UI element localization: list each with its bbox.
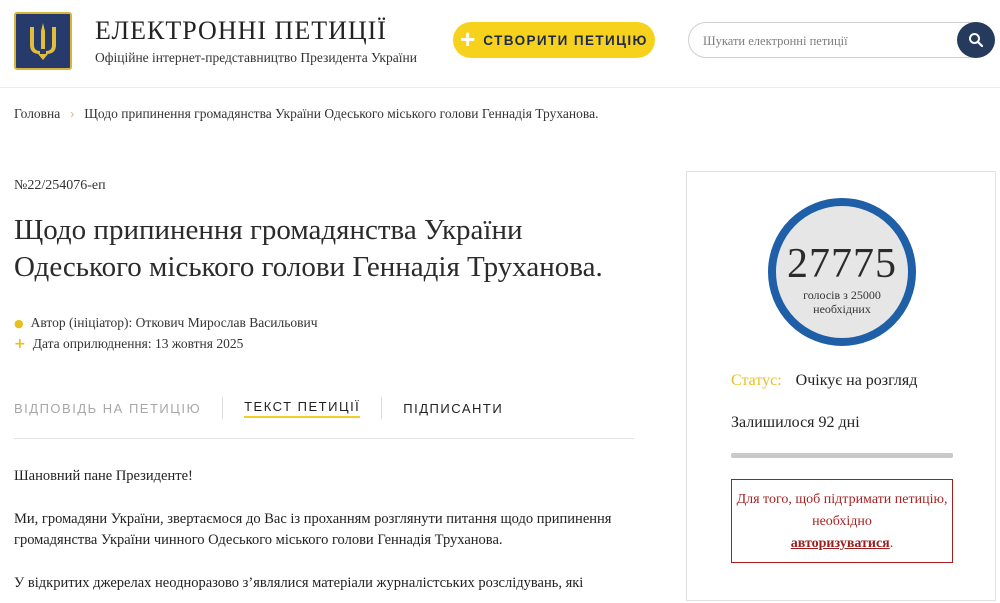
votes-caption: голосів з 25000 необхідних: [776, 288, 908, 316]
progress-bar: [731, 453, 953, 458]
status-label: Статус:: [731, 372, 782, 389]
date-text: Дата оприлюднення: 13 жовтня 2025: [32, 336, 244, 351]
site-title[interactable]: ЕЛЕКТРОННІ ПЕТИЦІЇ: [95, 16, 387, 46]
tab-divider: [381, 397, 383, 419]
trident-icon: [30, 23, 56, 60]
petition-sidebar: 27775 голосів з 25000 необхідних Статус:…: [686, 171, 996, 601]
search-input[interactable]: [703, 31, 953, 51]
petition-paragraph: У відкритих джерелах неодноразово з’явля…: [14, 575, 584, 591]
auth-required-notice: Для того, щоб підтримати петицію, необхі…: [731, 479, 953, 563]
tab-petition-text[interactable]: ТЕКСТ ПЕТИЦІЇ: [244, 399, 361, 418]
petition-title: Щодо припинення громадянства України Оде…: [14, 214, 603, 283]
site-subtitle: Офіційне інтернет-представництво Президе…: [95, 50, 417, 65]
votes-caption-line: необхідних: [813, 302, 871, 316]
petition-paragraph: Шановний пане Президенте!: [14, 468, 193, 484]
status-value: Очікує на розгляд: [795, 372, 918, 389]
author-text: Автор (ініціатор): Откович Мирослав Васи…: [30, 315, 318, 330]
votes-caption-line: голосів з 25000: [803, 288, 881, 302]
petition-tabs: ВІДПОВІДЬ НА ПЕТИЦІЮ ТЕКСТ ПЕТИЦІЇ ПІДПИ…: [14, 396, 634, 420]
plus-icon: +: [14, 336, 26, 352]
auth-login-link[interactable]: авторизуватися: [791, 536, 890, 551]
breadcrumb: Головна › Щодо припинення громадянства У…: [14, 106, 598, 122]
trident-logo-icon[interactable]: [14, 12, 72, 70]
auth-text: Для того, щоб підтримати петицію, необхі…: [736, 492, 948, 529]
tab-signers[interactable]: ПІДПИСАНТИ: [403, 401, 503, 416]
days-remaining: Залишилося 92 дні: [731, 414, 860, 431]
petition-paragraph: Ми, громадяни України, звертаємося до Ва…: [14, 511, 612, 548]
search-button[interactable]: [957, 22, 995, 58]
create-petition-label: СТВОРИТИ ПЕТИЦІЮ: [483, 32, 648, 48]
auth-suffix: .: [889, 536, 894, 551]
petition-author: ● Автор (ініціатор): Откович Мирослав Ва…: [14, 315, 318, 331]
person-icon: ●: [14, 316, 24, 330]
site-header: ЕЛЕКТРОННІ ПЕТИЦІЇ Офіційне інтернет-пре…: [0, 0, 1000, 88]
votes-count: 27775: [787, 241, 897, 287]
plus-icon: +: [460, 24, 476, 54]
create-petition-button[interactable]: + СТВОРИТИ ПЕТИЦІЮ: [453, 22, 655, 58]
chevron-right-icon: ›: [70, 107, 75, 121]
petition-date: + Дата оприлюднення: 13 жовтня 2025: [14, 336, 243, 352]
progress-fill: [731, 453, 953, 458]
search-icon: [969, 33, 984, 48]
breadcrumb-home-link[interactable]: Головна: [14, 106, 60, 122]
votes-counter: 27775 голосів з 25000 необхідних: [768, 198, 916, 346]
tab-answer[interactable]: ВІДПОВІДЬ НА ПЕТИЦІЮ: [14, 401, 201, 416]
breadcrumb-current: Щодо припинення громадянства України Оде…: [84, 106, 599, 121]
petition-number: №22/254076-еп: [14, 178, 106, 193]
status-row: Статус: Очікує на розгляд: [731, 372, 917, 390]
divider: [14, 438, 634, 439]
tab-divider: [222, 397, 224, 419]
search-box: [688, 22, 995, 58]
